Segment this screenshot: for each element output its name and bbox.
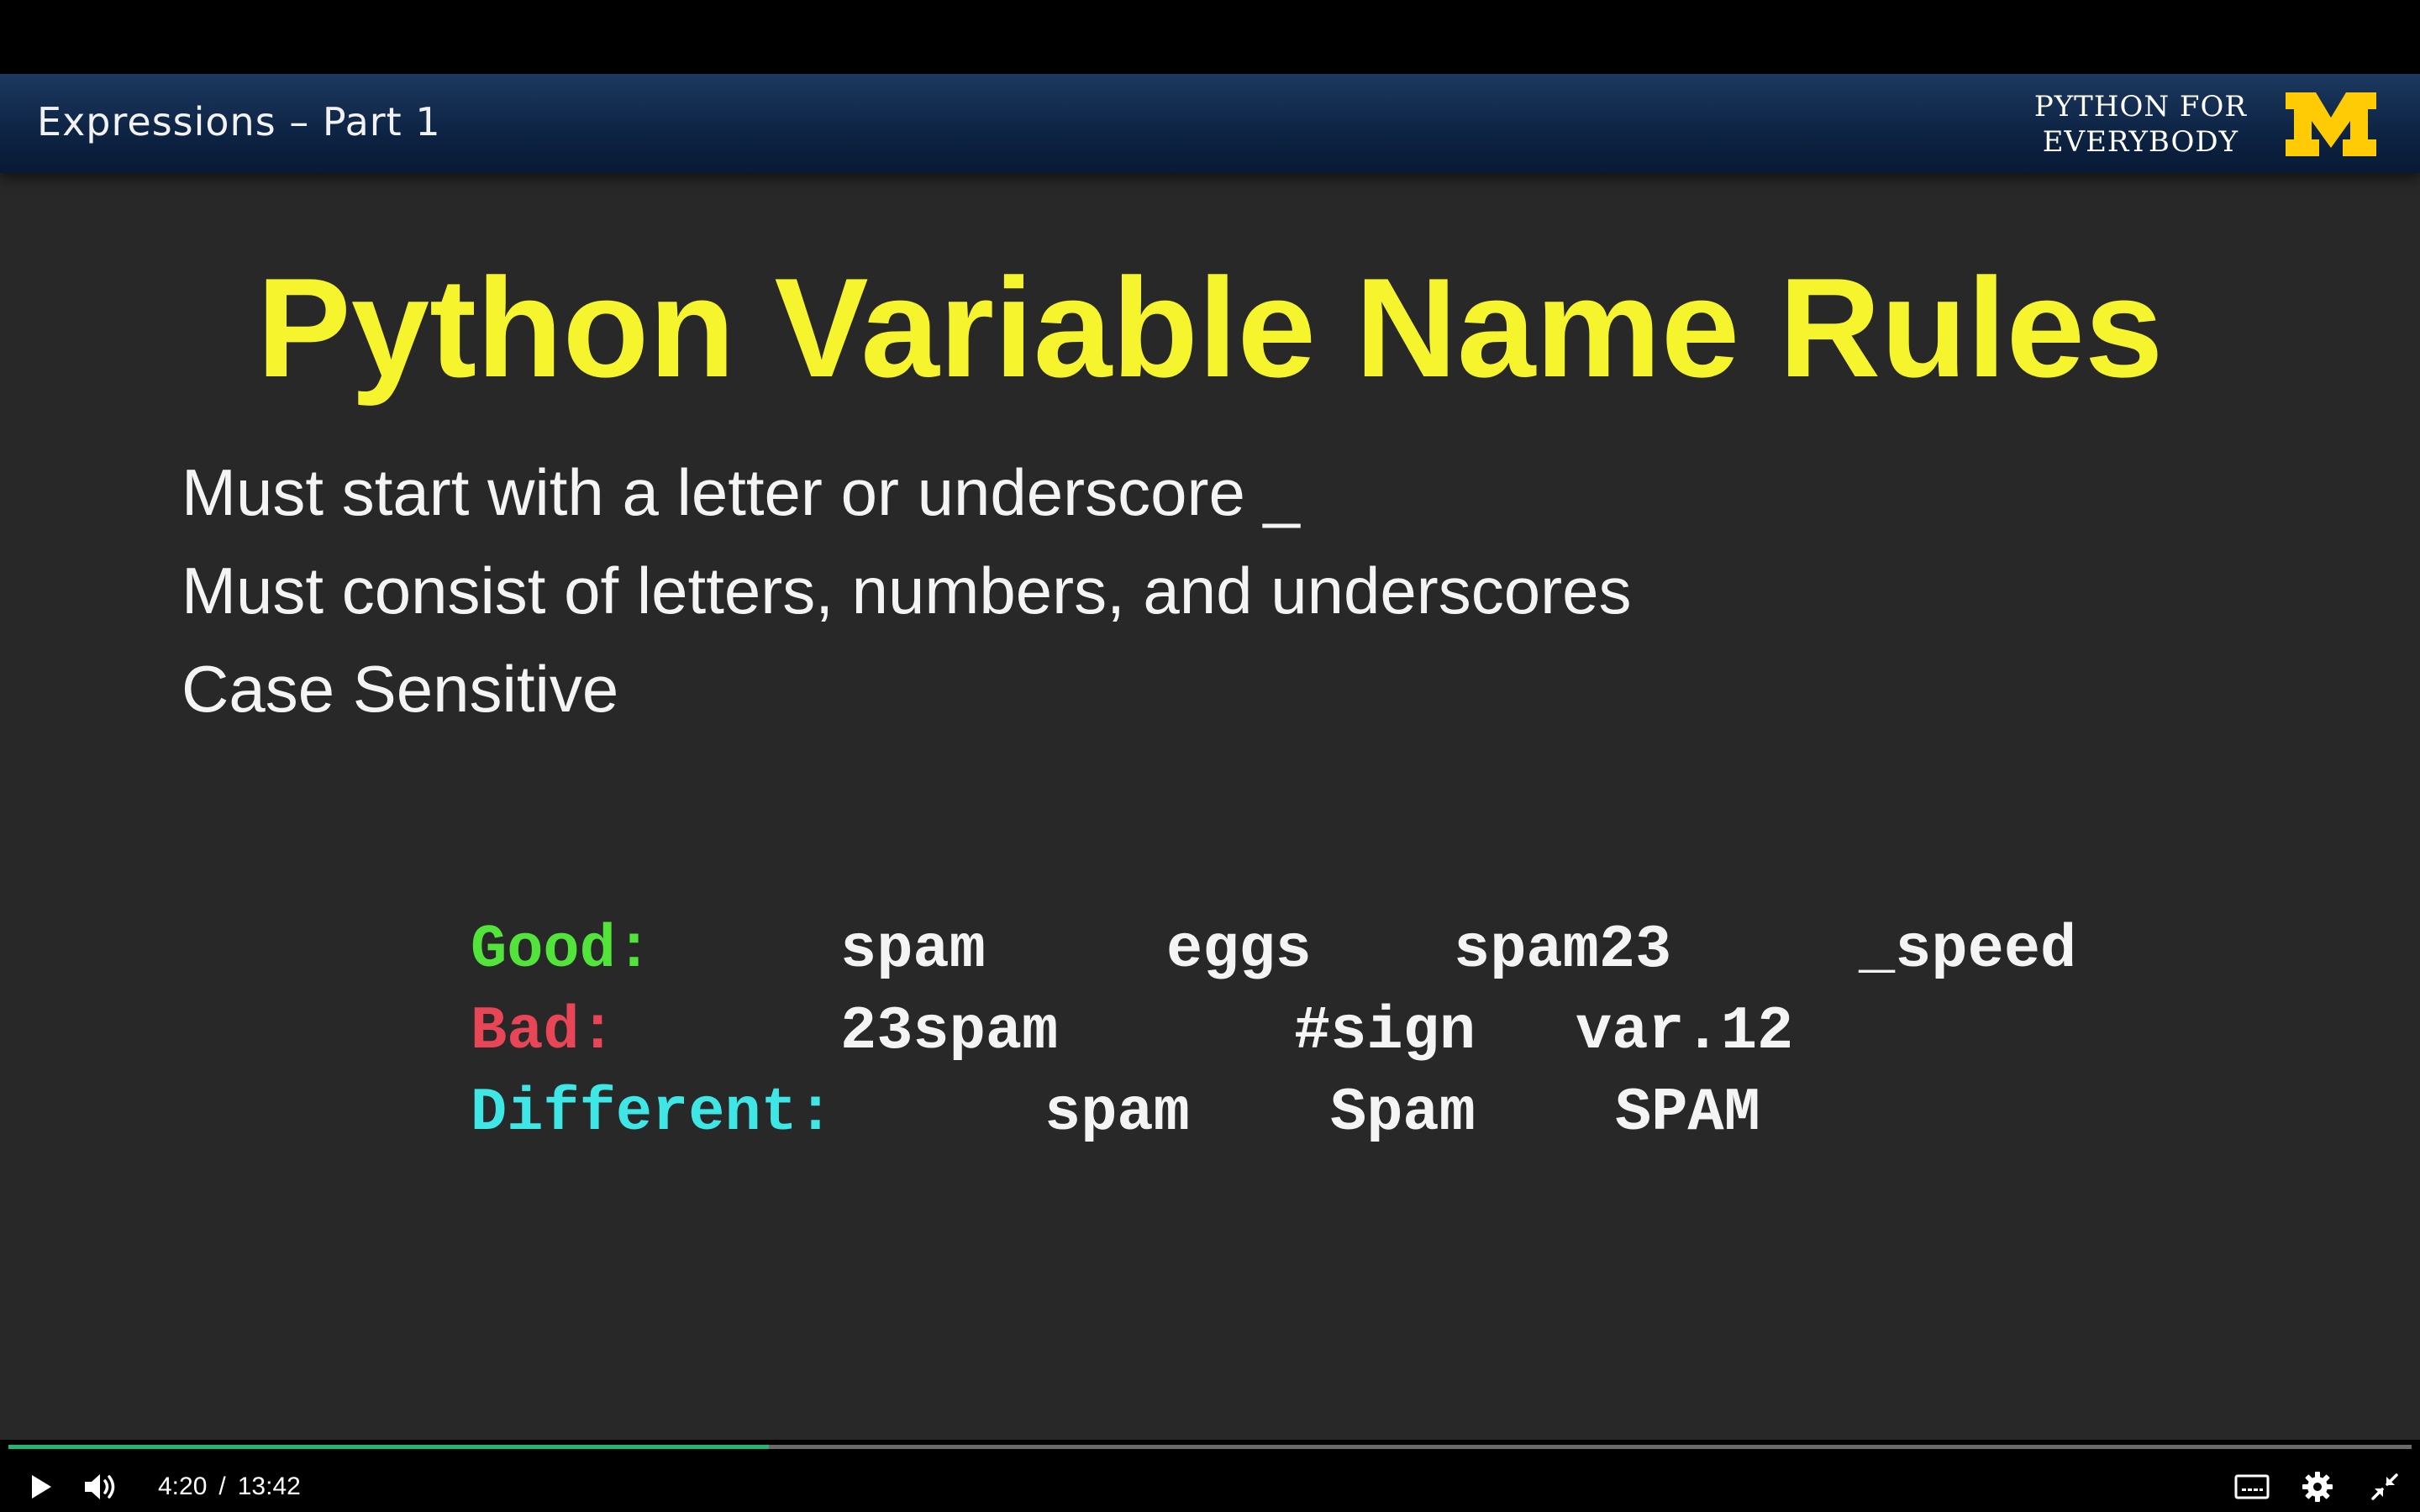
rule-item: Must start with a letter or underscore _ xyxy=(182,455,1300,529)
video-frame[interactable]: Expressions – Part 1 PYTHON FOR EVERYBOD… xyxy=(0,0,2420,1440)
good-example: _speed xyxy=(1859,916,2077,984)
bad-label: Bad: xyxy=(471,997,616,1066)
different-example: SPAM xyxy=(1615,1079,1760,1147)
different-example: Spam xyxy=(1330,1079,1476,1147)
captions-icon xyxy=(2234,1474,2270,1499)
video-player: Expressions – Part 1 PYTHON FOR EVERYBOD… xyxy=(0,0,2420,1512)
slide-header-bar: Expressions – Part 1 PYTHON FOR EVERYBOD… xyxy=(0,74,2420,173)
progress-bar[interactable] xyxy=(8,1445,2412,1449)
exit-fullscreen-button[interactable] xyxy=(2363,1465,2407,1509)
rules-list: Must start with a letter or underscore _… xyxy=(182,444,1631,738)
good-example: spam xyxy=(840,916,986,984)
exit-fullscreen-icon xyxy=(2371,1473,2398,1500)
course-name-line2: EVERYBODY xyxy=(2042,125,2239,159)
current-time: 4:20 xyxy=(158,1473,208,1500)
lecture-title: Expressions – Part 1 xyxy=(37,99,441,144)
different-label: Different: xyxy=(471,1079,834,1147)
rule-item: Must consist of letters, numbers, and un… xyxy=(182,554,1632,627)
different-example: spam xyxy=(1044,1079,1190,1147)
good-example: spam23 xyxy=(1454,916,1672,984)
time-display: 4:20 / 13:42 xyxy=(158,1465,301,1509)
time-separator: / xyxy=(218,1473,226,1500)
bad-example: 23spam xyxy=(840,997,1059,1066)
captions-button[interactable] xyxy=(2230,1465,2274,1509)
bad-example: var.12 xyxy=(1576,997,1794,1066)
progress-bar-played xyxy=(8,1445,769,1449)
good-label: Good: xyxy=(471,916,653,984)
player-control-bar: 4:20 / 13:42 xyxy=(0,1440,2420,1512)
settings-button[interactable] xyxy=(2296,1465,2339,1509)
volume-button[interactable] xyxy=(79,1465,123,1509)
course-brand: PYTHON FOR EVERYBODY xyxy=(2034,86,2378,163)
rule-item: Case Sensitive xyxy=(182,652,619,726)
course-name-line1: PYTHON FOR xyxy=(2033,90,2247,123)
course-name: PYTHON FOR EVERYBODY xyxy=(2034,89,2247,160)
duration: 13:42 xyxy=(237,1473,301,1500)
lecture-slide: Expressions – Part 1 PYTHON FOR EVERYBOD… xyxy=(0,74,2420,1440)
play-icon xyxy=(32,1475,51,1499)
bad-example: #sign xyxy=(1294,997,1476,1066)
good-example: eggs xyxy=(1166,916,1312,984)
settings-icon xyxy=(2302,1472,2333,1502)
volume-icon xyxy=(85,1474,115,1499)
block-m-logo-icon xyxy=(2286,92,2376,156)
slide-title: Python Variable Name Rules xyxy=(256,249,2164,407)
play-button[interactable] xyxy=(18,1465,62,1509)
